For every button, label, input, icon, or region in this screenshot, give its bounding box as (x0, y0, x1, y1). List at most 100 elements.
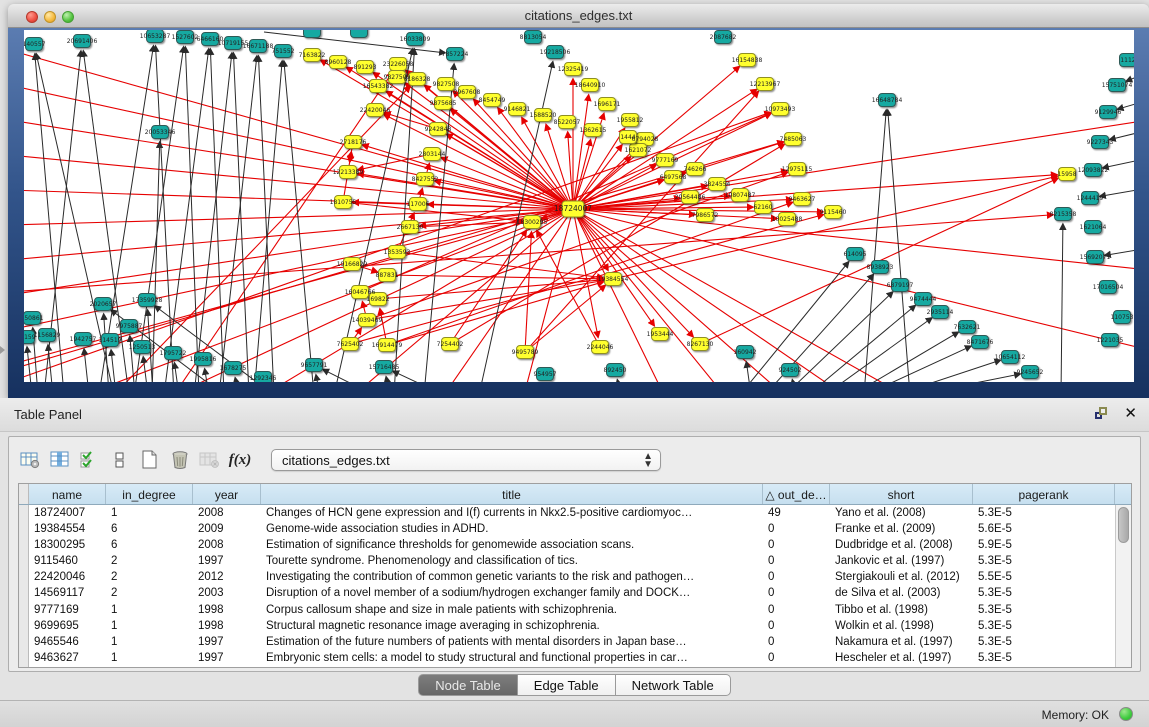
graph-node-label: 10653287 (140, 33, 171, 40)
table-settings-icon[interactable] (15, 446, 45, 474)
cell-pagerank: 5.3E-5 (973, 586, 1115, 602)
graph-node-label: 2803144 (419, 151, 446, 158)
float-panel-icon[interactable] (1094, 406, 1110, 421)
graph-node-label: 7625402 (337, 341, 364, 348)
cell-title: Tourette syndrome. Phenomenology and cla… (261, 554, 763, 570)
cell-out_de: 0 (763, 570, 830, 586)
graph-node-label: 18300295 (517, 219, 548, 226)
graph-node-label: 2667130 (397, 224, 424, 231)
table-row[interactable]: 911546021997Tourette syndrome. Phenomeno… (19, 554, 1131, 570)
scrollbar-thumb[interactable] (1118, 507, 1129, 543)
graph-node-label: 9146821 (504, 106, 531, 113)
table-row[interactable]: 977716911998Corpus callosum shape and si… (19, 602, 1131, 618)
graph-node-label: 19166829 (337, 261, 368, 268)
cell-pagerank: 5.5E-5 (973, 570, 1115, 586)
cell-pagerank: 5.3E-5 (973, 505, 1115, 521)
select-attributes-icon[interactable] (75, 446, 105, 474)
table-row[interactable]: 946554611997Estimation of the future num… (19, 635, 1131, 651)
graph-node-label: 169822 (367, 296, 390, 303)
graph-node-label: 8522057 (554, 119, 581, 126)
cell-title: Genome-wide association studies in ADHD. (261, 521, 763, 537)
graph-node-label: 850861 (24, 315, 44, 322)
graph-node-label: 7163822 (299, 52, 326, 59)
cell-out_de: 0 (763, 635, 830, 651)
graph-node-label: 2718176 (340, 139, 367, 146)
cell-year: 2008 (193, 505, 261, 521)
cell-short: Yano et al. (2008) (830, 505, 973, 521)
column-header-title[interactable]: title (261, 484, 763, 504)
table-row[interactable]: 946362711997Embryonic stem cells: a mode… (19, 651, 1131, 667)
network-canvas[interactable]: 1872400771638228960128891293232260589827… (24, 30, 1134, 382)
new-file-icon[interactable] (135, 446, 165, 474)
cell-short: Hescheler et al. (1997) (830, 651, 973, 667)
graph-node-label: 9657791 (301, 362, 328, 369)
tab-edge-table[interactable]: Edge Table (518, 674, 616, 696)
column-header-short[interactable]: short (830, 484, 973, 504)
citation-edge-red (573, 175, 1057, 209)
column-chooser-icon[interactable] (45, 446, 75, 474)
graph-node-label: 15958 (1057, 171, 1076, 178)
graph-node-teal[interactable] (351, 30, 368, 38)
citation-edge-black (323, 369, 374, 382)
table-row[interactable]: 1938455462009Genome-wide association stu… (19, 521, 1131, 537)
graph-node-label: 8186328 (404, 76, 431, 83)
column-header-year[interactable]: year (193, 484, 261, 504)
panel-divider-handle[interactable] (0, 346, 5, 354)
delete-trash-icon[interactable] (165, 446, 195, 474)
close-panel-icon[interactable]: ✕ (1124, 406, 1137, 421)
cell-out_de: 0 (763, 537, 830, 553)
column-header-name[interactable]: name (29, 484, 106, 504)
graph-node-label: 1362615 (580, 127, 607, 134)
table-row[interactable]: 2242004622012Investigating the contribut… (19, 570, 1131, 586)
table-vertical-scrollbar[interactable] (1115, 505, 1131, 667)
cell-out_de: 49 (763, 505, 830, 521)
graph-node-label: 1250513 (129, 344, 156, 351)
graph-node-label: 9875685 (430, 100, 457, 107)
table-row[interactable]: 969969511998Structural magnetic resonanc… (19, 618, 1131, 634)
cell-title: Disruption of a novel member of a sodium… (261, 586, 763, 602)
tab-node-table[interactable]: Node Table (418, 674, 518, 696)
cell-pagerank: 5.3E-5 (973, 618, 1115, 634)
cell-title: Changes of HCN gene expression and I(f) … (261, 505, 763, 521)
graph-node-label: 891293 (354, 64, 377, 71)
citation-edge-red (573, 209, 654, 326)
graph-node-label: 1292346 (250, 375, 277, 382)
citation-edge-black (1118, 100, 1134, 109)
tab-network-table[interactable]: Network Table (616, 674, 731, 696)
graph-node-label: 140557 (24, 41, 46, 48)
column-header-pagerank[interactable]: pagerank (973, 484, 1115, 504)
graph-node-label: 12975115 (782, 166, 813, 173)
graph-node-label: 7986572 (692, 212, 719, 219)
table-row[interactable]: 1830029562008Estimation of significance … (19, 537, 1131, 553)
graph-node-label: 15716485 (369, 364, 400, 371)
window-titlebar[interactable]: citations_edges.txt (8, 4, 1149, 28)
graph-node-label: 16154838 (732, 57, 763, 64)
graph-node-teal[interactable] (304, 30, 321, 38)
memory-status-led-icon[interactable] (1119, 707, 1133, 721)
cell-year: 1998 (193, 602, 261, 618)
graph-node-label: 19218506 (540, 49, 571, 56)
table-row[interactable]: 1872400712008Changes of HCN gene express… (19, 505, 1131, 521)
table-row[interactable]: 1456911722003Disruption of a novel membe… (19, 586, 1131, 602)
network-node-labels: 1872400771638228960128891293232260589827… (24, 33, 1134, 382)
memory-status-label: Memory: OK (1042, 708, 1109, 722)
row-height-icon[interactable] (105, 446, 135, 474)
cell-name: 9777169 (29, 602, 106, 618)
citation-edge-black (235, 378, 239, 382)
graph-node-label: 8427552 (412, 176, 439, 183)
row-gutter (19, 618, 29, 634)
row-gutter (19, 602, 29, 618)
graph-node-label: 751552 (272, 48, 295, 55)
column-header-out_de[interactable]: △ out_de… (763, 484, 830, 504)
function-builder-icon[interactable]: f(x) (225, 446, 255, 474)
table-source-dropdown[interactable]: citations_edges.txt ▲▼ (271, 449, 661, 471)
delete-table-icon (195, 446, 225, 474)
column-header-in_degree[interactable]: in_degree (106, 484, 193, 504)
graph-node-label: 16543382 (363, 83, 394, 90)
graph-node-label: 160942 (734, 349, 757, 356)
graph-node-label: 19384554 (598, 276, 629, 283)
graph-node-label: 9463627 (789, 196, 816, 203)
graph-node-label: 110753 (1111, 314, 1134, 321)
cell-short: Tibbo et al. (1998) (830, 602, 973, 618)
cell-title: Structural magnetic resonance image aver… (261, 618, 763, 634)
